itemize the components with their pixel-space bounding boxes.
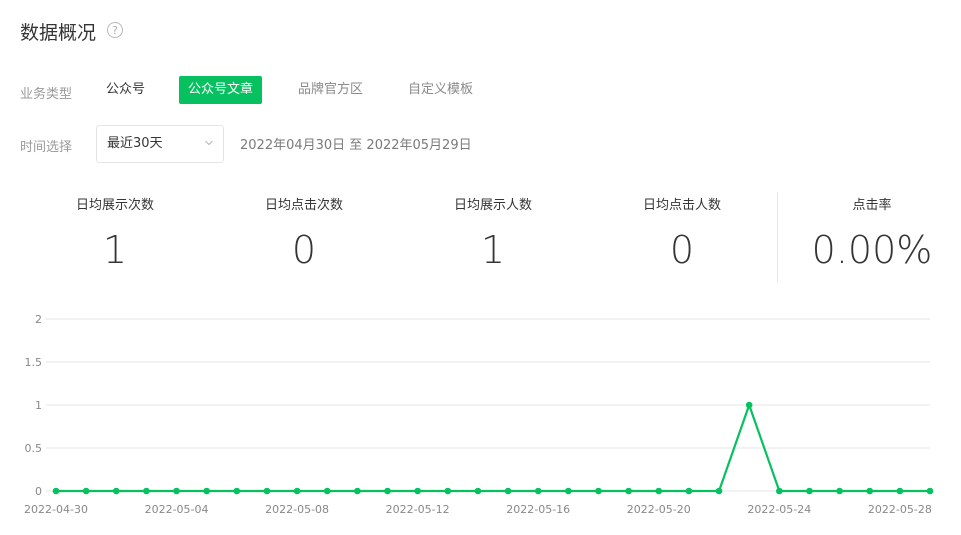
x-tick-label: 2022-05-16	[506, 503, 570, 516]
business-type-label: 业务类型	[20, 87, 73, 102]
data-point	[866, 487, 874, 495]
x-tick-label: 2022-05-28	[868, 503, 932, 516]
time-select-value: 最近30天	[107, 136, 163, 151]
data-point	[715, 487, 723, 495]
data-point	[565, 487, 572, 495]
data-point	[625, 487, 632, 495]
time-range-select[interactable]: 最近30天	[96, 125, 224, 163]
trend-line-chart: 0 0.5 1 1.5 2 2022-04-30 2022-05-04 2022-05-08 2…	[24, 313, 934, 516]
help-icon[interactable]: ?	[107, 22, 123, 38]
metric-value-daily-clickers: 0	[669, 228, 695, 272]
business-tab-brand-zone[interactable]: 品牌官方区	[289, 76, 372, 104]
data-point	[534, 487, 542, 495]
data-point	[896, 487, 904, 495]
y-tick-label: 0	[35, 485, 42, 498]
page-title: 数据概况	[20, 22, 97, 44]
y-tick-label: 1	[35, 399, 42, 412]
metric-label-daily-viewers: 日均展示人数	[453, 198, 532, 213]
business-tab-official-account[interactable]: 公众号	[97, 76, 154, 104]
metric-value-ctr: 0.00%	[811, 228, 933, 272]
metric-value-daily-clicks: 0	[291, 228, 317, 272]
data-point	[444, 487, 452, 495]
date-range-text: 2022年04月30日 至 2022年05月29日	[240, 138, 472, 153]
business-tab-custom-template[interactable]: 自定义模板	[399, 76, 482, 104]
data-point	[293, 487, 301, 495]
data-point	[836, 487, 843, 495]
data-point	[776, 487, 783, 495]
time-select-label: 时间选择	[20, 140, 73, 155]
y-tick-label: 0.5	[25, 442, 43, 455]
data-point	[203, 487, 210, 495]
data-point	[806, 487, 813, 495]
data-point	[474, 487, 482, 495]
data-point	[263, 487, 271, 495]
data-point	[82, 487, 90, 495]
y-tick-label: 1.5	[25, 356, 43, 369]
data-point	[504, 487, 512, 495]
metric-label-daily-clickers: 日均点击人数	[642, 198, 721, 213]
metric-label-ctr: 点击率	[852, 198, 892, 213]
data-point	[354, 487, 361, 495]
x-tick-label: 2022-05-12	[386, 503, 450, 516]
chevron-down-icon	[205, 140, 213, 146]
metric-divider	[777, 192, 778, 282]
metric-value-daily-viewers: 1	[480, 228, 506, 272]
data-point	[414, 487, 421, 495]
x-tick-label: 2022-05-24	[747, 503, 811, 516]
metric-label-daily-clicks: 日均点击次数	[264, 198, 343, 213]
x-tick-label: 2022-05-20	[627, 503, 691, 516]
data-point	[173, 487, 180, 495]
data-point	[595, 487, 602, 495]
data-point	[143, 487, 150, 495]
data-point	[685, 487, 693, 495]
data-point	[233, 487, 241, 495]
metric-value-daily-impressions: 1	[102, 228, 128, 272]
x-tick-label: 2022-05-08	[265, 503, 329, 516]
data-point	[655, 487, 663, 495]
x-tick-label: 2022-05-04	[145, 503, 209, 516]
y-tick-label: 2	[35, 313, 42, 326]
data-point	[745, 401, 753, 409]
data-point	[384, 487, 391, 495]
data-point	[52, 487, 60, 495]
metric-label-daily-impressions: 日均展示次数	[75, 198, 154, 213]
business-tab-article[interactable]: 公众号文章	[179, 76, 263, 104]
data-point	[323, 487, 331, 495]
x-tick-label: 2022-04-30	[24, 503, 88, 516]
data-point	[926, 487, 934, 495]
data-point	[112, 487, 120, 495]
